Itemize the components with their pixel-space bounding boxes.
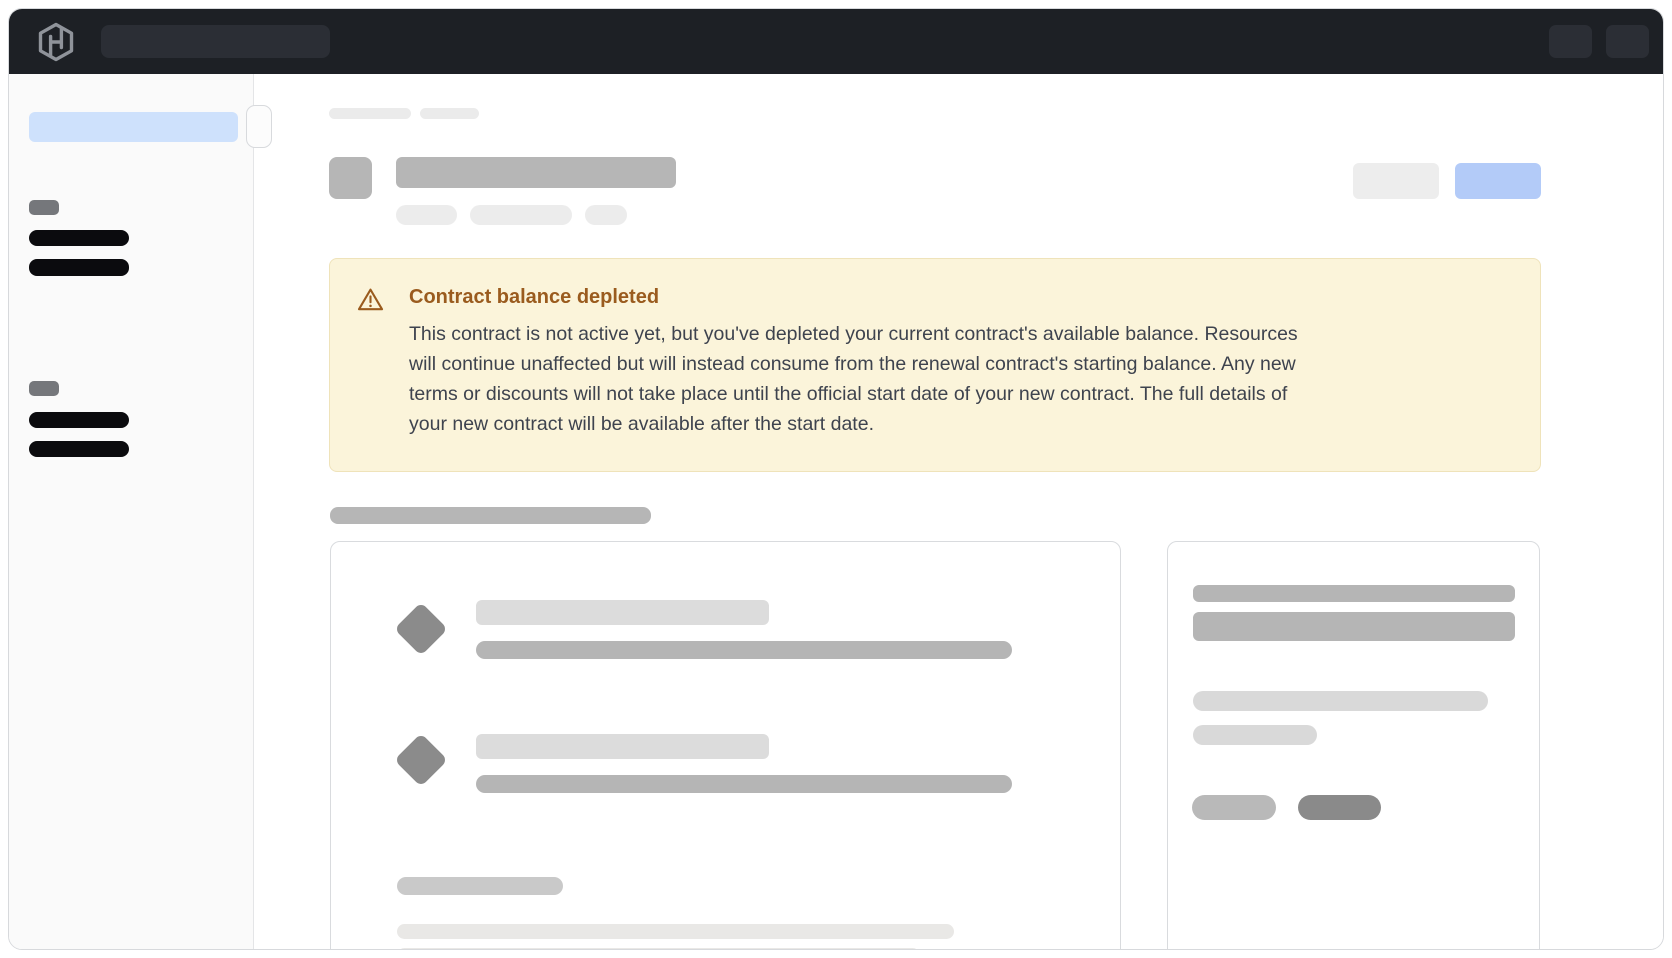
card-footer-label-skeleton xyxy=(397,877,563,895)
page-icon-skeleton xyxy=(329,157,372,199)
sidebar-section-label-skeleton xyxy=(29,381,59,396)
sidebar xyxy=(9,74,254,949)
topbar-action-skeleton-2[interactable] xyxy=(1606,25,1649,58)
summary-value-skeleton xyxy=(1193,612,1515,641)
left-card xyxy=(330,541,1121,950)
page-badge-skeleton-3 xyxy=(585,205,627,225)
list-item-text-skeleton xyxy=(476,775,1012,793)
diamond-icon xyxy=(394,602,448,656)
breadcrumb-skeleton-1[interactable] xyxy=(329,108,411,119)
breadcrumb-skeleton-2[interactable] xyxy=(420,108,479,119)
diamond-icon xyxy=(394,733,448,787)
topbar-actions xyxy=(1549,25,1649,58)
page-badge-skeleton-2 xyxy=(470,205,572,225)
secondary-button-skeleton[interactable] xyxy=(1353,163,1439,199)
card-button-skeleton-1[interactable] xyxy=(1192,795,1276,820)
app-window: Contract balance depleted This contract … xyxy=(8,8,1664,950)
alert-content: Contract balance depleted This contract … xyxy=(409,284,1298,471)
summary-line-skeleton xyxy=(1193,725,1317,745)
app-body: Contract balance depleted This contract … xyxy=(9,74,1663,949)
topbar xyxy=(9,9,1663,74)
sidebar-item-skeleton[interactable] xyxy=(29,441,129,457)
summary-line-skeleton xyxy=(1193,691,1488,711)
list-item-title-skeleton xyxy=(476,600,769,625)
alert-title: Contract balance depleted xyxy=(409,284,1298,311)
page-title-skeleton xyxy=(396,157,676,188)
sidebar-item-skeleton[interactable] xyxy=(29,259,129,276)
alert-triangle-icon xyxy=(357,284,384,471)
main-content: Contract balance depleted This contract … xyxy=(255,74,1663,949)
section-heading-skeleton xyxy=(330,507,651,524)
sidebar-item-skeleton[interactable] xyxy=(29,230,129,246)
page-badge-skeleton-1 xyxy=(396,205,457,225)
warning-alert: Contract balance depleted This contract … xyxy=(329,258,1541,472)
screenshot-root: Contract balance depleted This contract … xyxy=(0,0,1672,958)
hashicorp-logo-icon[interactable] xyxy=(37,21,75,63)
sidebar-collapse-handle[interactable] xyxy=(246,105,272,148)
card-footer-line-skeleton xyxy=(397,948,920,950)
sidebar-item-skeleton[interactable] xyxy=(29,412,129,428)
list-item-text-skeleton xyxy=(476,641,1012,659)
topbar-action-skeleton-1[interactable] xyxy=(1549,25,1592,58)
right-card xyxy=(1167,541,1540,950)
card-button-skeleton-2[interactable] xyxy=(1298,795,1381,820)
sidebar-section-label-skeleton xyxy=(29,200,59,215)
sidebar-active-item-skeleton[interactable] xyxy=(29,112,238,142)
primary-button-skeleton[interactable] xyxy=(1455,163,1541,199)
summary-title-skeleton xyxy=(1193,585,1515,602)
search-input-skeleton[interactable] xyxy=(101,25,330,58)
list-item-title-skeleton xyxy=(476,734,769,759)
alert-body: This contract is not active yet, but you… xyxy=(409,319,1298,439)
card-footer-line-skeleton xyxy=(397,924,954,939)
